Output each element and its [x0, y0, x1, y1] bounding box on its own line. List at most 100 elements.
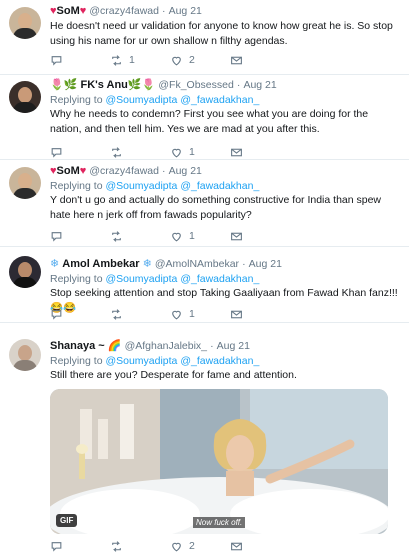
- gif-media[interactable]: GIF Now fuck off.: [50, 389, 388, 534]
- reply-button[interactable]: [50, 308, 110, 321]
- display-name[interactable]: Amol Ambekar: [62, 258, 139, 270]
- replying-to: Replying to @Soumyadipta @_fawadakhan_: [50, 179, 401, 193]
- replying-to-label: Replying to: [50, 273, 103, 285]
- separator-dot: ·: [236, 79, 241, 91]
- tweet-5[interactable]: Shanaya ~ 🌈 @AfghanJalebix_ · Aug 21 Rep…: [0, 323, 409, 553]
- tweet-text: Y don't u go and actually do something c…: [50, 194, 382, 221]
- reply-icon: [51, 147, 62, 158]
- replying-to-label: Replying to: [50, 94, 103, 106]
- tweet-header: ♥SoM♥ @crazy4fawad · Aug 21: [50, 4, 401, 19]
- heart-icon: [172, 542, 181, 551]
- retweet-icon: [112, 146, 121, 158]
- rainbow-emoji: 🌈: [107, 340, 122, 352]
- reply-button[interactable]: [50, 540, 110, 553]
- display-name[interactable]: Shanaya ~: [50, 340, 105, 352]
- user-handle[interactable]: @crazy4fawad: [89, 165, 159, 177]
- separator-dot: ·: [242, 258, 246, 270]
- avatar[interactable]: [9, 7, 41, 39]
- reply-mentions[interactable]: @Soumyadipta @_fawadakhan_: [105, 355, 259, 367]
- retweet-button[interactable]: [110, 308, 170, 321]
- tweet-timestamp[interactable]: Aug 21: [249, 258, 282, 270]
- user-handle[interactable]: @Fk_Obsessed: [158, 79, 233, 91]
- tweet-header: 🌷🌿 FK's Anu🌿🌷 @Fk_Obsessed · Aug 21: [50, 78, 401, 93]
- replying-to: Replying to @Soumyadipta @_fawadakhan_: [50, 272, 401, 286]
- replying-to: Replying to @Soumyadipta @_fawadakhan_: [50, 93, 401, 107]
- like-button[interactable]: 1: [170, 308, 230, 321]
- reply-button[interactable]: [50, 230, 110, 243]
- heart-emoji: ♥: [79, 5, 87, 17]
- user-handle[interactable]: @AfghanJalebix_: [125, 340, 207, 352]
- replying-to-label: Replying to: [50, 355, 103, 367]
- heart-icon: [172, 232, 181, 241]
- tweet-text: He doesn't need ur validation for anyone…: [50, 20, 393, 47]
- tweet-timestamp[interactable]: Aug 21: [169, 5, 202, 17]
- separator-dot: ·: [162, 5, 166, 17]
- snowflake-emoji: ❄: [50, 258, 60, 270]
- retweet-button[interactable]: [110, 146, 170, 159]
- tweet-text: Still there are you? Desperate for fame …: [50, 369, 297, 381]
- retweet-button[interactable]: [110, 230, 170, 243]
- snowflake-emoji: ❄: [142, 258, 152, 270]
- envelope-icon: [231, 310, 242, 318]
- direct-message-button[interactable]: [230, 230, 243, 243]
- tweet-header: ❄ Amol Ambekar ❄ @AmolNAmbekar · Aug 21: [50, 257, 401, 272]
- reply-button[interactable]: [50, 54, 110, 67]
- user-handle[interactable]: @crazy4fawad: [89, 5, 159, 17]
- reply-mentions[interactable]: @Soumyadipta @_fawadakhan_: [105, 273, 259, 285]
- reply-mentions[interactable]: @Soumyadipta @_fawadakhan_: [105, 94, 259, 106]
- like-button[interactable]: 2: [170, 540, 230, 553]
- replying-to-label: Replying to: [50, 180, 103, 192]
- direct-message-button[interactable]: [230, 308, 243, 321]
- heart-icon: [172, 148, 181, 157]
- reply-icon: [51, 309, 62, 320]
- reply-mentions[interactable]: @Soumyadipta @_fawadakhan_: [105, 180, 259, 192]
- display-name[interactable]: SoM: [57, 5, 80, 17]
- like-count: 2: [189, 54, 195, 66]
- tweet-timestamp[interactable]: Aug 21: [243, 79, 276, 91]
- tweet-header: Shanaya ~ 🌈 @AfghanJalebix_ · Aug 21: [50, 339, 401, 354]
- tweet-1[interactable]: ♥SoM♥ @crazy4fawad · Aug 21 He doesn't n…: [0, 0, 409, 75]
- avatar[interactable]: [9, 167, 41, 199]
- like-count: 2: [189, 540, 195, 552]
- direct-message-button[interactable]: [230, 540, 243, 553]
- tweet-2[interactable]: 🌷🌿 FK's Anu🌿🌷 @Fk_Obsessed · Aug 21 Repl…: [0, 75, 409, 160]
- retweet-icon: [112, 54, 121, 66]
- user-handle[interactable]: @AmolNAmbekar: [155, 258, 239, 270]
- flower-emoji: 🌷🌿: [50, 79, 78, 91]
- direct-message-button[interactable]: [230, 146, 243, 159]
- avatar[interactable]: [9, 256, 41, 288]
- envelope-icon: [231, 232, 242, 240]
- tweet-3[interactable]: ♥SoM♥ @crazy4fawad · Aug 21 Replying to …: [0, 160, 409, 247]
- heart-emoji: ♥: [79, 165, 87, 177]
- tweet-timestamp[interactable]: Aug 21: [169, 165, 202, 177]
- tweet-timestamp[interactable]: Aug 21: [217, 340, 250, 352]
- retweet-icon: [112, 308, 121, 320]
- envelope-icon: [231, 542, 242, 550]
- flower-emoji: 🌿🌷: [127, 79, 156, 91]
- reply-button[interactable]: [50, 146, 110, 159]
- like-count: 1: [189, 230, 195, 242]
- avatar[interactable]: [9, 81, 41, 113]
- reply-icon: [51, 55, 62, 66]
- retweet-button[interactable]: [110, 540, 170, 553]
- tweet-text: Why he needs to condemn? First you see w…: [50, 108, 369, 135]
- heart-icon: [172, 56, 181, 65]
- display-name[interactable]: SoM: [57, 165, 80, 177]
- heart-icon: [172, 310, 181, 319]
- tweet-header: ♥SoM♥ @crazy4fawad · Aug 21: [50, 164, 401, 179]
- separator-dot: ·: [210, 340, 214, 352]
- retweet-count: 1: [129, 54, 135, 66]
- like-button[interactable]: 1: [170, 146, 230, 159]
- retweet-button[interactable]: 1: [110, 54, 170, 67]
- direct-message-button[interactable]: [230, 54, 243, 67]
- envelope-icon: [231, 148, 242, 156]
- display-name[interactable]: FK's Anu: [80, 79, 127, 91]
- like-button[interactable]: 1: [170, 230, 230, 243]
- like-button[interactable]: 2: [170, 54, 230, 67]
- like-count: 1: [189, 308, 195, 320]
- tweet-4[interactable]: ❄ Amol Ambekar ❄ @AmolNAmbekar · Aug 21 …: [0, 247, 409, 323]
- avatar[interactable]: [9, 339, 41, 371]
- separator-dot: ·: [162, 165, 166, 177]
- gif-image: [50, 389, 388, 534]
- gif-caption: Now fuck off.: [193, 517, 246, 528]
